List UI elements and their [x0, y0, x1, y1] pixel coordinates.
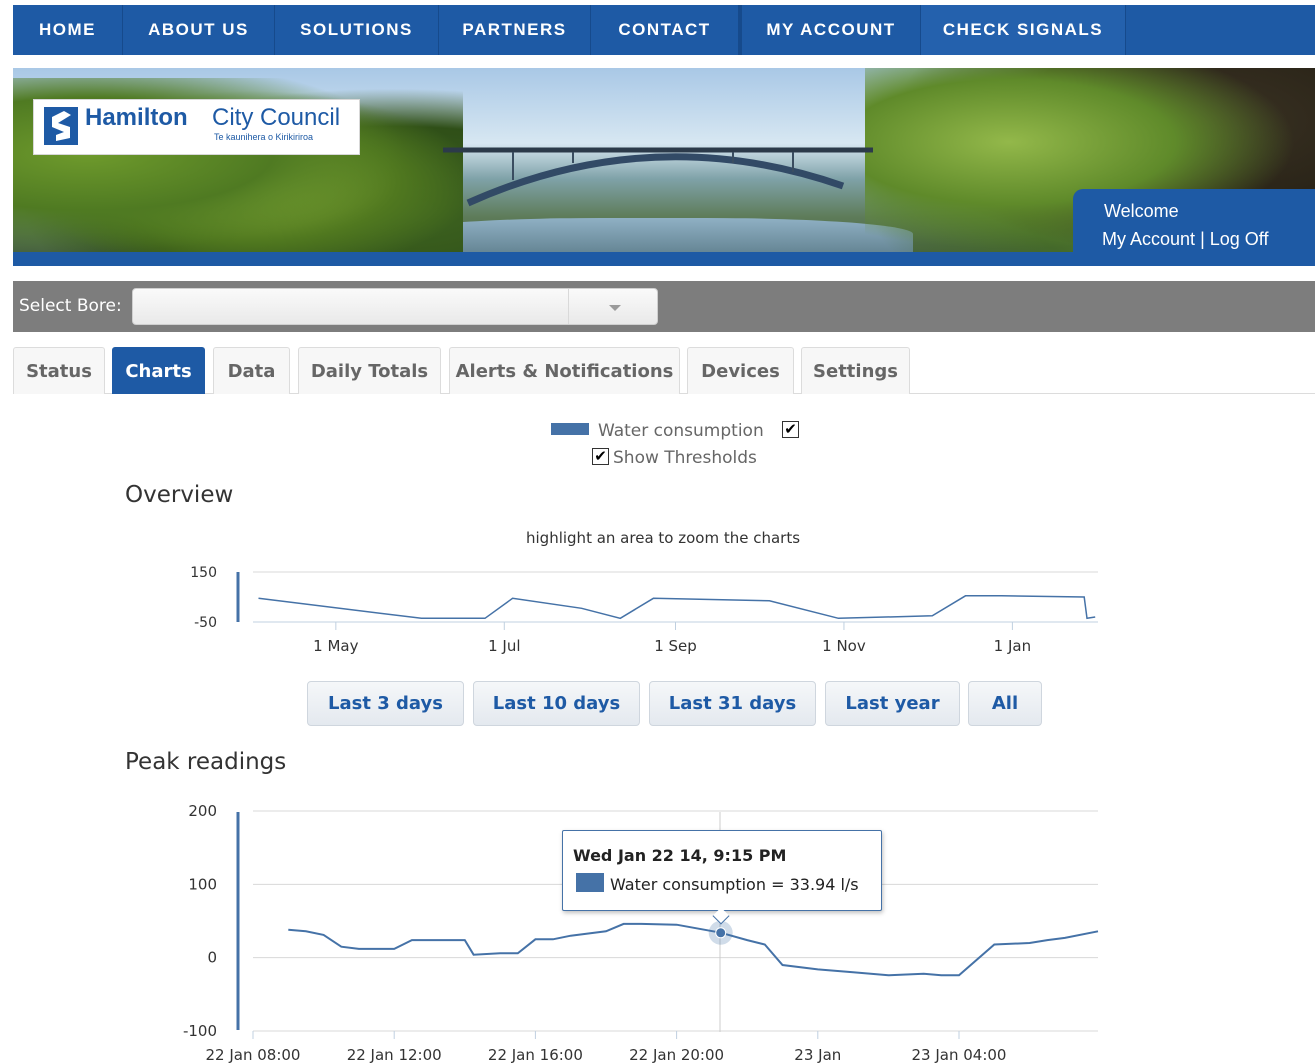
peak-x-tick-label: 22 Jan 08:00	[206, 1046, 301, 1063]
tooltip-series-name: Water consumption	[610, 875, 766, 894]
peak-y-tick-label: 200	[188, 802, 217, 820]
tooltip-series-swatch	[576, 873, 604, 892]
tooltip-equals: =	[771, 875, 785, 894]
peak-x-tick-label: 22 Jan 16:00	[488, 1046, 583, 1063]
chart-tooltip: Wed Jan 22 14, 9:15 PM Water consumption…	[562, 830, 882, 925]
hover-point-marker[interactable]	[715, 927, 727, 939]
peak-x-tick-label: 22 Jan 20:00	[629, 1046, 724, 1063]
peak-y-tick-label: -100	[183, 1022, 217, 1040]
peak-x-tick-label: 23 Jan	[794, 1046, 841, 1063]
tooltip-value-line: Water consumption = 33.94 l/s	[610, 875, 859, 894]
peak-x-tick-label: 22 Jan 12:00	[347, 1046, 442, 1063]
peak-series-line	[288, 922, 1099, 977]
peak-y-tick-label: 0	[207, 949, 217, 967]
tooltip-title: Wed Jan 22 14, 9:15 PM	[573, 846, 787, 865]
peak-x-tick-label: 23 Jan 04:00	[912, 1046, 1007, 1063]
peak-y-tick-label: 100	[188, 875, 217, 893]
tooltip-value: 33.94 l/s	[789, 875, 859, 894]
